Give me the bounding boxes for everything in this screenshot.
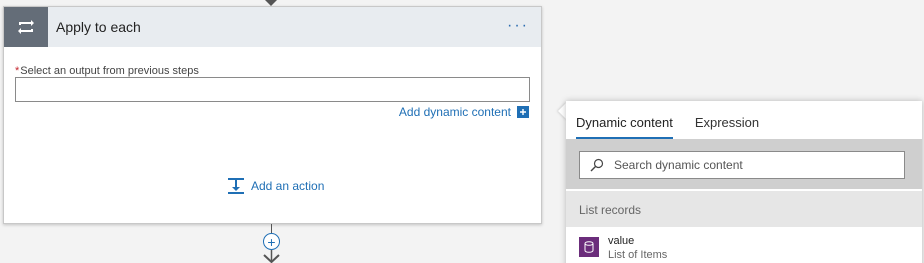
dynamic-content-icon	[517, 106, 529, 118]
search-placeholder: Search dynamic content	[614, 158, 743, 172]
section-title: List records	[579, 203, 642, 217]
more-options-icon[interactable]: ···	[507, 17, 529, 35]
add-action-icon	[228, 178, 244, 194]
field-label: *Select an output from previous steps	[15, 65, 199, 77]
panel-tabs: Dynamic content Expression	[566, 101, 922, 139]
add-an-action-button[interactable]: Add an action	[227, 177, 324, 195]
search-band: Search dynamic content	[566, 139, 922, 189]
connector-line	[271, 224, 272, 233]
section-header: List records	[566, 191, 922, 227]
loop-icon	[4, 7, 48, 47]
add-action-label: Add an action	[251, 179, 325, 193]
card-title: Apply to each	[56, 19, 141, 35]
database-icon	[579, 237, 599, 257]
search-icon	[590, 158, 604, 172]
connector-arrow-bottom	[263, 250, 280, 263]
apply-to-each-card: Apply to each ··· *Select an output from…	[3, 6, 542, 224]
search-input[interactable]: Search dynamic content	[579, 151, 905, 179]
item-text: value List of Items	[608, 235, 667, 261]
add-dynamic-content-link[interactable]: Add dynamic content	[399, 105, 529, 119]
required-marker: *	[15, 65, 20, 77]
card-header[interactable]: Apply to each ···	[4, 7, 541, 47]
add-dynamic-content-label: Add dynamic content	[398, 105, 511, 119]
tab-dynamic-content[interactable]: Dynamic content	[576, 115, 673, 139]
output-select-input[interactable]	[15, 77, 530, 102]
item-name: value	[608, 235, 635, 247]
insert-step-button[interactable]: +	[263, 233, 280, 250]
dynamic-content-panel: Dynamic content Expression Search dynami…	[566, 101, 922, 263]
item-description: List of Items	[608, 249, 668, 261]
dynamic-item-value[interactable]: value List of Items	[566, 227, 922, 263]
field-label-text: Select an output from previous steps	[20, 65, 199, 77]
tab-expression[interactable]: Expression	[695, 115, 759, 139]
